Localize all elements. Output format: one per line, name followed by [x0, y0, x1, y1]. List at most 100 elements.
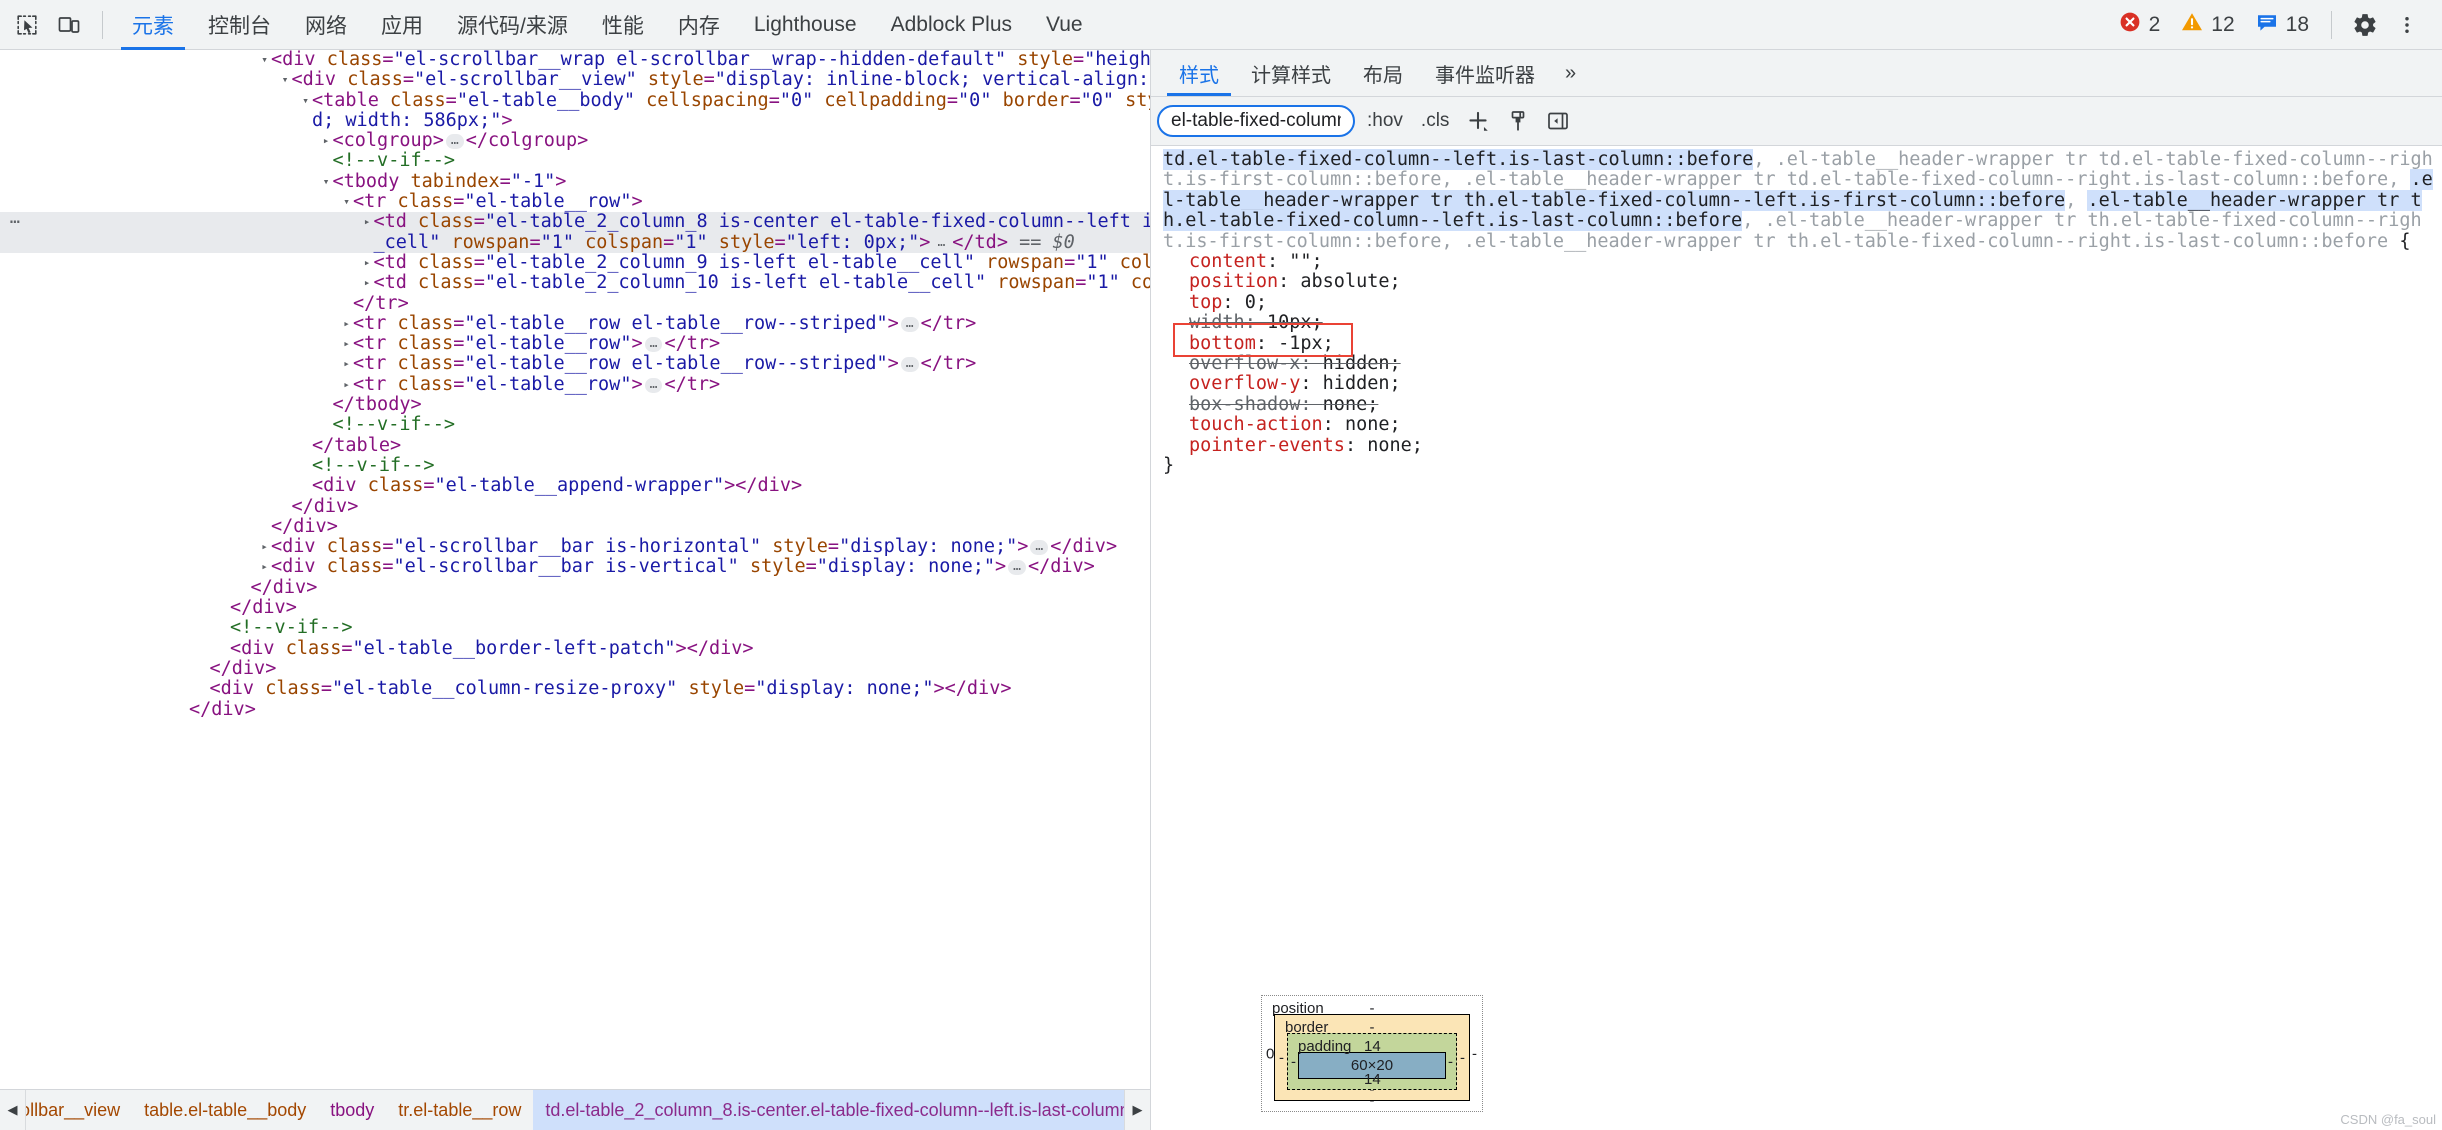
- css-property-value[interactable]: none;: [1345, 414, 1401, 435]
- twisty-toggle-icon[interactable]: [361, 212, 374, 232]
- tab-lighthouse[interactable]: Lighthouse: [737, 0, 874, 50]
- rule-selector[interactable]: td.el-table-fixed-column--left.is-last-c…: [1163, 149, 2438, 252]
- box-model-padding-box[interactable]: padding 14 - - 14 60×20: [1287, 1033, 1457, 1090]
- panel-toggle-icon[interactable]: [1541, 105, 1575, 137]
- tab-adblock-plus[interactable]: Adblock Plus: [874, 0, 1029, 50]
- dom-node[interactable]: <div class="el-scrollbar__bar is-vertica…: [0, 557, 1150, 577]
- dom-node[interactable]: </tbody>: [0, 394, 1150, 415]
- breadcrumb-scroll-left-button[interactable]: ◀: [0, 1090, 27, 1130]
- css-property-value[interactable]: "";: [1289, 251, 1322, 272]
- twisty-toggle-icon[interactable]: [361, 273, 374, 293]
- css-property-value[interactable]: 10px;: [1267, 312, 1323, 333]
- dom-node[interactable]: </div>: [0, 516, 1150, 537]
- dom-node[interactable]: </tr>: [0, 293, 1150, 314]
- css-property-value[interactable]: none;: [1367, 435, 1423, 456]
- border-right-value[interactable]: -: [1460, 1049, 1465, 1066]
- tab-layout[interactable]: 布局: [1347, 50, 1419, 96]
- more-tabs-icon[interactable]: »: [1551, 50, 1590, 96]
- device-toolbar-icon[interactable]: [48, 5, 90, 45]
- border-left-value[interactable]: -: [1279, 1049, 1284, 1066]
- padding-top-value[interactable]: 14: [1364, 1038, 1381, 1055]
- expand-ellipsis-icon[interactable]: …: [900, 357, 919, 373]
- css-declaration[interactable]: bottom: -1px;: [1163, 333, 2438, 354]
- css-property-value[interactable]: none;: [1323, 394, 1379, 415]
- styles-filter-input[interactable]: [1157, 105, 1355, 137]
- css-property-name[interactable]: bottom: [1189, 333, 1256, 354]
- tab-styles[interactable]: 样式: [1163, 50, 1235, 96]
- css-property-value[interactable]: hidden;: [1323, 353, 1401, 374]
- twisty-toggle-icon[interactable]: [299, 91, 312, 111]
- tab-vue[interactable]: Vue: [1029, 0, 1100, 50]
- twisty-toggle-icon[interactable]: [340, 314, 353, 334]
- css-property-name[interactable]: top: [1189, 292, 1222, 313]
- dom-node[interactable]: <div class="el-table__column-resize-prox…: [0, 679, 1150, 699]
- tab-performance[interactable]: 性能: [585, 0, 661, 50]
- css-property-value[interactable]: 0;: [1245, 292, 1267, 313]
- dom-node[interactable]: <tr class="el-table__row el-table__row--…: [0, 313, 1150, 334]
- breadcrumb-item[interactable]: el-scrollbar__view: [26, 1090, 132, 1130]
- css-property-name[interactable]: touch-action: [1189, 414, 1323, 435]
- dom-node[interactable]: <div class="el-scrollbar__bar is-horizon…: [0, 536, 1150, 557]
- css-property-name[interactable]: overflow-x: [1189, 353, 1300, 374]
- dom-node[interactable]: <div class="el-table__append-wrapper"></…: [0, 476, 1150, 496]
- css-property-name[interactable]: pointer-events: [1189, 435, 1345, 456]
- dom-node[interactable]: <tr class="el-table__row">…</tr>: [0, 334, 1150, 354]
- padding-bottom-value[interactable]: 14: [1364, 1071, 1381, 1088]
- expand-ellipsis-icon[interactable]: …: [1030, 540, 1049, 556]
- expand-ellipsis-icon[interactable]: …: [932, 235, 951, 251]
- tab-memory[interactable]: 内存: [661, 0, 737, 50]
- dom-node[interactable]: </div>: [0, 496, 1150, 517]
- dom-node-overflow-icon[interactable]: ⋯: [4, 212, 26, 232]
- css-property-name[interactable]: position: [1189, 271, 1278, 292]
- dom-node[interactable]: <!--v-if-->: [0, 415, 1150, 435]
- css-property-value[interactable]: -1px;: [1278, 333, 1334, 354]
- style-rules-list[interactable]: td.el-table-fixed-column--left.is-last-c…: [1151, 146, 2442, 1130]
- dom-node[interactable]: <tr class="el-table__row">: [0, 191, 1150, 212]
- css-declaration[interactable]: overflow-x: hidden;: [1163, 353, 2438, 374]
- css-property-name[interactable]: width: [1189, 312, 1245, 333]
- dom-node[interactable]: </table>: [0, 435, 1150, 456]
- position-right-value[interactable]: -: [1472, 1045, 1477, 1062]
- tab-application[interactable]: 应用: [364, 0, 440, 50]
- css-property-value[interactable]: absolute;: [1300, 271, 1400, 292]
- twisty-toggle-icon[interactable]: [258, 50, 271, 70]
- expand-ellipsis-icon[interactable]: …: [1008, 560, 1026, 576]
- twisty-toggle-icon[interactable]: [340, 375, 353, 395]
- expand-ellipsis-icon[interactable]: …: [644, 337, 663, 353]
- info-counter[interactable]: 18: [2245, 10, 2319, 40]
- dom-node[interactable]: <div class="el-scrollbar__wrap el-scroll…: [0, 50, 1150, 70]
- dom-node[interactable]: d; width: 586px;">: [0, 110, 1150, 131]
- expand-ellipsis-icon[interactable]: …: [445, 134, 464, 150]
- css-declaration[interactable]: pointer-events: none;: [1163, 435, 2438, 456]
- tab-event-listeners[interactable]: 事件监听器: [1419, 50, 1551, 96]
- css-declaration[interactable]: position: absolute;: [1163, 272, 2438, 292]
- breadcrumb-item[interactable]: tr.el-table__row: [386, 1090, 533, 1130]
- twisty-toggle-icon[interactable]: [361, 253, 374, 273]
- css-property-name[interactable]: overflow-y: [1189, 373, 1300, 394]
- css-declaration[interactable]: touch-action: none;: [1163, 415, 2438, 435]
- tab-computed[interactable]: 计算样式: [1235, 50, 1347, 96]
- padding-left-value[interactable]: -: [1291, 1053, 1296, 1070]
- tab-console[interactable]: 控制台: [191, 0, 288, 50]
- dom-node[interactable]: </div>: [0, 577, 1150, 598]
- dom-node[interactable]: <colgroup>…</colgroup>: [0, 131, 1150, 151]
- dom-node[interactable]: </div>: [0, 699, 1150, 720]
- breadcrumb-item[interactable]: tbody: [318, 1090, 386, 1130]
- dom-node-selected[interactable]: ⋯ <td class="el-table_2_column_8 is-cente…: [0, 212, 1150, 233]
- css-declaration[interactable]: top: 0;: [1163, 292, 2438, 313]
- warning-counter[interactable]: 12: [2170, 10, 2244, 40]
- breadcrumb-item[interactable]: table.el-table__body: [132, 1090, 318, 1130]
- new-style-rule-icon[interactable]: [1461, 105, 1495, 137]
- twisty-toggle-icon[interactable]: [279, 70, 292, 90]
- dom-node[interactable]: <tr class="el-table__row">…</tr>: [0, 374, 1150, 395]
- twisty-toggle-icon[interactable]: [340, 334, 353, 354]
- hov-toggle-button[interactable]: :hov: [1361, 110, 1409, 132]
- more-options-icon[interactable]: [2386, 5, 2428, 45]
- dom-node[interactable]: <table class="el-table__body" cellspacin…: [0, 90, 1150, 111]
- paintbrush-icon[interactable]: [1501, 105, 1535, 137]
- box-model-position-box[interactable]: position - 0 - - border - - - - padding …: [1261, 995, 1483, 1112]
- padding-right-value[interactable]: -: [1448, 1053, 1453, 1070]
- dom-node[interactable]: <tr class="el-table__row el-table__row--…: [0, 354, 1150, 374]
- inspect-element-icon[interactable]: [6, 5, 48, 45]
- dom-node-selected[interactable]: _cell" rowspan="1" colspan="1" style="le…: [0, 232, 1150, 253]
